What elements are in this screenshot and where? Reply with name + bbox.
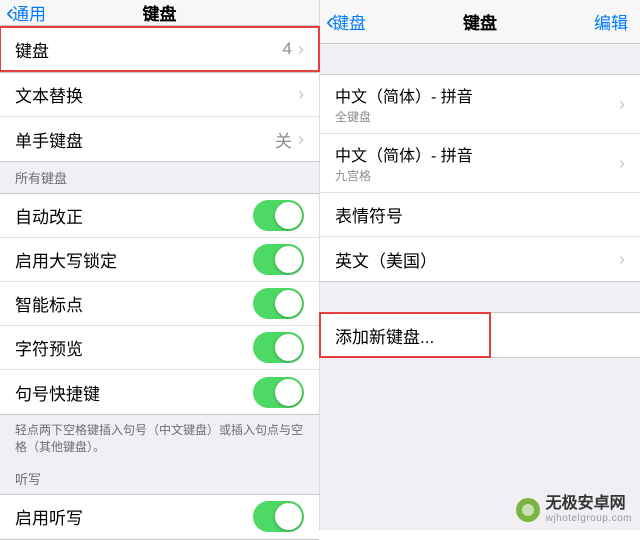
watermark-icon [516, 498, 540, 522]
chevron-right-icon: › [298, 129, 304, 150]
row-enable-dictation: 启用听写 [0, 495, 319, 539]
keyboards-count: 4 [283, 39, 292, 59]
toggle-caps-lock[interactable] [253, 244, 304, 275]
auto-correct-label: 自动改正 [15, 203, 253, 228]
row-text-replacement[interactable]: 文本替换 › [0, 73, 319, 117]
one-handed-label: 单手键盘 [15, 127, 275, 152]
text-replacement-label: 文本替换 [15, 82, 298, 107]
row-caps-lock: 启用大写锁定 [0, 238, 319, 282]
toggle-period-shortcut[interactable] [253, 377, 304, 408]
period-shortcut-label: 句号快捷键 [15, 380, 253, 405]
toggle-character-preview[interactable] [253, 332, 304, 363]
kb-label: 中文（简体）- 拼音 [335, 83, 619, 107]
section-dictation: 听写 [0, 463, 319, 494]
kb-label: 表情符号 [335, 202, 625, 227]
back-button-general[interactable]: ‹ 通用 [6, 0, 46, 25]
chevron-right-icon: › [619, 249, 625, 270]
kb-sublabel: 九宫格 [335, 167, 619, 184]
group-active-keyboards: 中文（简体）- 拼音 全键盘 › 中文（简体）- 拼音 九宫格 › 表情符号 英… [320, 74, 640, 282]
watermark-text: 无极安卓网 wjhotelgroup.com [546, 495, 632, 524]
watermark-line1: 无极安卓网 [546, 495, 632, 513]
row-keyboard-emoji[interactable]: 表情符号 [320, 193, 640, 237]
caps-lock-label: 启用大写锁定 [15, 247, 253, 272]
back-button-keyboard[interactable]: ‹ 键盘 [326, 9, 366, 34]
enable-dictation-label: 启用听写 [15, 504, 253, 529]
toggle-smart-punctuation[interactable] [253, 288, 304, 319]
add-new-label: 添加新键盘... [335, 323, 475, 348]
row-keyboards[interactable]: 键盘 4 › [0, 27, 319, 71]
page-title: 键盘 [463, 9, 497, 34]
kb-label: 英文（美国） [335, 247, 619, 272]
row-add-new-keyboard[interactable]: 添加新键盘... [320, 313, 490, 357]
row-period-shortcut: 句号快捷键 [0, 370, 319, 414]
spacer [320, 44, 640, 74]
kb-label: 中文（简体）- 拼音 [335, 142, 619, 166]
kb-sublabel: 全键盘 [335, 108, 619, 125]
keyboards-label: 键盘 [15, 37, 283, 62]
footer-note: 轻点两下空格键插入句号（中文键盘）或插入句点与空格（其他键盘）。 [0, 415, 319, 463]
row-keyboard-english-us[interactable]: 英文（美国） › [320, 237, 640, 281]
back-label: 键盘 [332, 9, 366, 34]
row-keyboard-chinese-pinyin-nine[interactable]: 中文（简体）- 拼音 九宫格 › [320, 134, 640, 193]
spacer [320, 282, 640, 312]
char-preview-label: 字符预览 [15, 335, 253, 360]
chevron-right-icon: › [298, 84, 304, 105]
navbar-left: ‹ 通用 键盘 [0, 0, 319, 26]
chevron-right-icon: › [619, 153, 625, 174]
watermark: 无极安卓网 wjhotelgroup.com [516, 495, 632, 524]
stack: 中文（简体）- 拼音 全键盘 [335, 75, 619, 133]
smart-punct-label: 智能标点 [15, 291, 253, 316]
navbar-right: ‹ 键盘 键盘 编辑 [320, 0, 640, 44]
group-all-keyboards: 自动改正 启用大写锁定 智能标点 字符预览 句号快捷键 [0, 193, 319, 415]
row-keyboard-chinese-pinyin-full[interactable]: 中文（简体）- 拼音 全键盘 › [320, 75, 640, 134]
screen-keyboard-settings: ‹ 通用 键盘 键盘 4 › 文本替换 › 单手键盘 关 › [0, 0, 320, 530]
one-handed-value: 关 [275, 127, 292, 152]
back-label: 通用 [12, 0, 46, 25]
stack: 中文（简体）- 拼音 九宫格 [335, 134, 619, 192]
toggle-enable-dictation[interactable] [253, 501, 304, 532]
page-title: 键盘 [143, 0, 177, 25]
row-auto-correct: 自动改正 [0, 194, 319, 238]
row-smart-punctuation: 智能标点 [0, 282, 319, 326]
row-one-handed-keyboard[interactable]: 单手键盘 关 › [0, 117, 319, 161]
toggle-auto-correct[interactable] [253, 200, 304, 231]
screen-keyboard-list: ‹ 键盘 键盘 编辑 中文（简体）- 拼音 全键盘 › 中文（简体）- 拼音 九… [320, 0, 640, 530]
section-all-keyboards: 所有键盘 [0, 162, 319, 193]
group-add-keyboard: 添加新键盘... [320, 312, 640, 358]
group-keyboards: 键盘 4 › [0, 26, 319, 72]
row-character-preview: 字符预览 [0, 326, 319, 370]
watermark-line2: wjhotelgroup.com [546, 513, 632, 524]
group-dictation: 启用听写 [0, 494, 319, 540]
edit-button[interactable]: 编辑 [594, 9, 628, 34]
chevron-right-icon: › [298, 39, 304, 60]
group-text-options: 文本替换 › 单手键盘 关 › [0, 72, 319, 162]
chevron-right-icon: › [619, 94, 625, 115]
